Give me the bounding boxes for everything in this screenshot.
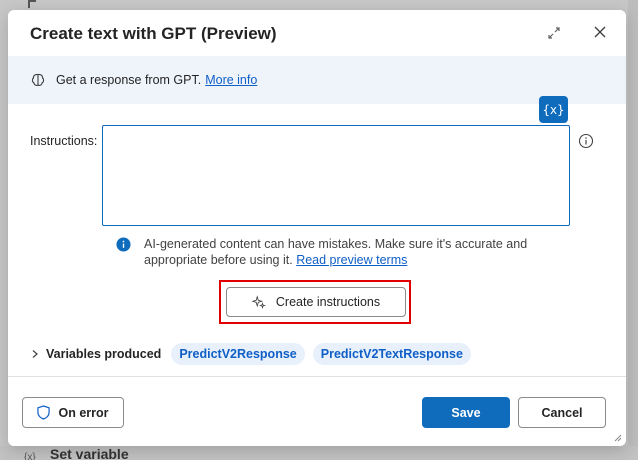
notice-text: AI-generated content can have mistakes. … <box>144 236 536 268</box>
read-preview-terms-link[interactable]: Read preview terms <box>296 253 407 267</box>
banner-text: Get a response from GPT. More info <box>56 73 257 87</box>
variable-pill[interactable]: PredictV2TextResponse <box>312 343 471 365</box>
dialog-title: Create text with GPT (Preview) <box>30 24 277 43</box>
create-instructions-label: Create instructions <box>275 295 381 309</box>
variables-produced-label: Variables produced <box>46 347 162 361</box>
resize-grip-icon[interactable] <box>612 432 622 442</box>
on-error-button[interactable]: On error <box>22 397 124 428</box>
info-circle-icon[interactable] <box>578 133 594 149</box>
background-panel <box>628 0 638 460</box>
on-error-label: On error <box>58 405 109 420</box>
chevron-right-icon[interactable] <box>30 349 40 359</box>
variables-produced-row[interactable]: Variables produced PredictV2Response Pre… <box>30 343 479 365</box>
instructions-label: Instructions: <box>30 134 98 148</box>
create-instructions-button[interactable]: Create instructions <box>226 287 406 317</box>
sparkle-icon <box>251 295 266 309</box>
info-filled-icon <box>116 237 131 252</box>
shield-icon <box>37 405 51 420</box>
info-banner: Get a response from GPT. More info <box>8 56 626 104</box>
mouse-cursor-icon <box>28 0 36 8</box>
instructions-input[interactable] <box>102 125 570 226</box>
banner-description: Get a response from GPT. <box>56 73 202 87</box>
insert-variable-button[interactable]: {x} <box>539 96 568 123</box>
brain-icon <box>31 73 45 86</box>
close-icon[interactable] <box>592 24 608 40</box>
dialog-header: Create text with GPT (Preview) <box>8 10 626 56</box>
create-text-dialog: Create text with GPT (Preview) Get a res… <box>8 10 626 446</box>
expand-icon[interactable] <box>546 25 562 41</box>
cancel-button[interactable]: Cancel <box>518 397 606 428</box>
save-button[interactable]: Save <box>422 397 510 428</box>
background-action-label: Set variable <box>50 446 129 460</box>
footer-divider <box>8 376 626 377</box>
variable-action-icon: {x} <box>24 452 36 460</box>
more-info-link[interactable]: More info <box>205 73 257 87</box>
variable-pill[interactable]: PredictV2Response <box>171 343 305 365</box>
